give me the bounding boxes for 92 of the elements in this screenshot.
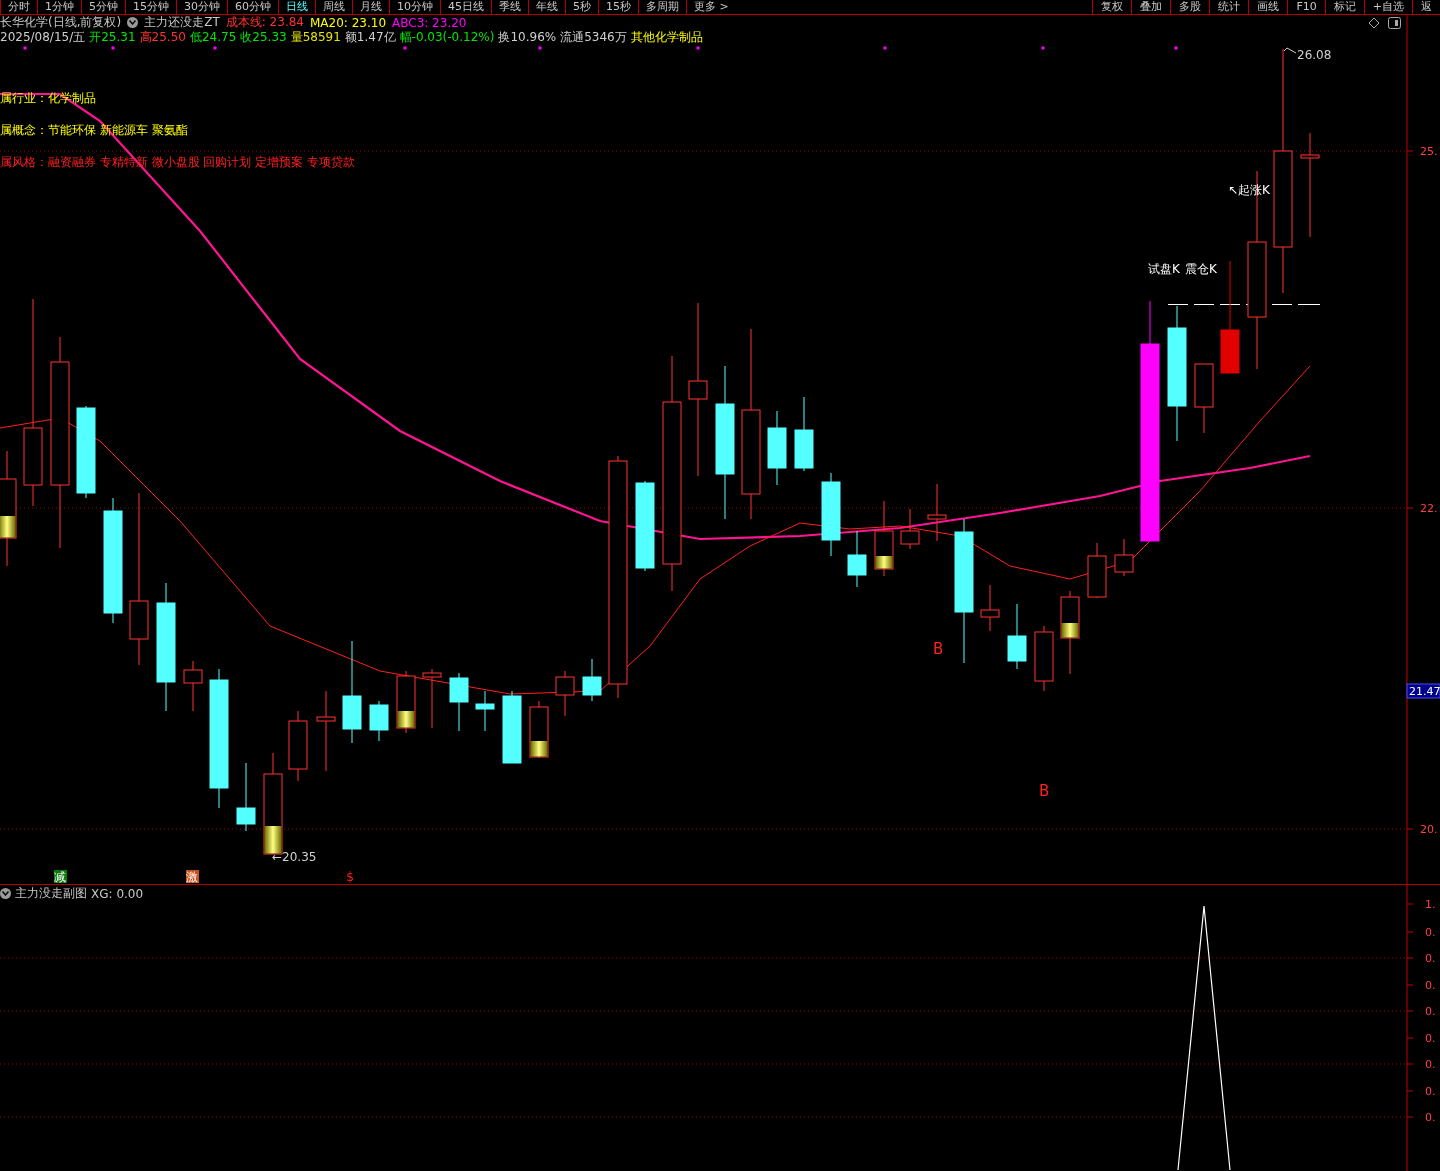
sub-axis-label: 0. [1425, 1032, 1436, 1045]
quote-field: 收25.33 [240, 29, 287, 46]
candlestick [236, 762, 256, 832]
signal-badge: 激 [186, 870, 199, 884]
indicator-name: 主力还没走ZT [144, 14, 220, 31]
indicator-value: 成本线: 23.84 [225, 14, 304, 31]
toolbar-button[interactable]: 返 [1412, 0, 1440, 14]
sub-axis-label: 0. [1425, 952, 1436, 965]
dropdown-icon[interactable] [0, 888, 11, 899]
dropdown-icon[interactable] [127, 17, 139, 28]
sub-axis-label: 0. [1425, 1085, 1436, 1098]
toolbar-button[interactable]: 复权 [1092, 0, 1132, 14]
candlestick [475, 690, 495, 732]
period-tab[interactable]: 年线 [528, 0, 565, 14]
period-tab[interactable]: 更多 > [686, 0, 736, 14]
quote-field: 额1.47亿 [344, 29, 396, 46]
current-price-tag: 21.47 [1406, 683, 1440, 699]
period-tab[interactable]: 多周期 [638, 0, 686, 14]
low-price-label: ←20.35 [272, 850, 317, 864]
period-tab[interactable]: 日线 [278, 0, 315, 14]
signal-label: $ [346, 870, 354, 884]
period-tab[interactable]: 5秒 [565, 0, 598, 14]
quote-field: 低24.75 [189, 29, 237, 46]
candlestick [900, 508, 920, 550]
period-tab[interactable]: 10分钟 [389, 0, 440, 14]
sub-axis-label: 0. [1425, 1005, 1436, 1018]
period-tab[interactable]: 5分钟 [81, 0, 125, 14]
candlestick [449, 672, 469, 732]
candlestick [1034, 625, 1054, 692]
high-price-label: 26.08 [1297, 48, 1332, 62]
indicator-value: ABC3: 23.20 [392, 15, 467, 30]
sub-axis-label: 0. [1425, 1058, 1436, 1071]
price-axis-label: 25. [1420, 145, 1438, 158]
candlestick [927, 483, 947, 542]
candle-annotation: ↖起涨K [1228, 183, 1270, 197]
candlestick [582, 658, 602, 702]
period-tab[interactable]: 15分钟 [125, 0, 176, 14]
sub-chart-value: XG: 0.00 [91, 886, 144, 901]
toolbar-button[interactable]: 画线 [1248, 0, 1288, 14]
quote-date: 2025/08/15/五 [0, 29, 86, 46]
candle-annotation: 试盘K [1148, 262, 1180, 276]
candlestick [183, 660, 203, 712]
signal-badge: 减 [54, 870, 67, 884]
period-tab[interactable]: 月线 [352, 0, 389, 14]
toolbar-button[interactable]: 统计 [1209, 0, 1249, 14]
indicator-value: MA20: 23.10 [309, 15, 386, 30]
sub-axis-label: 0. [1425, 926, 1436, 939]
sector-name: 其他化学制品 [630, 29, 703, 46]
diamond-icon[interactable] [1368, 16, 1380, 29]
sub-axis-label: 0. [1425, 979, 1436, 992]
buy-signal-label: B [1039, 782, 1050, 800]
candlestick [288, 710, 308, 782]
quote-field: 幅-0.03(-0.12%) [399, 29, 495, 46]
quote-field: 流通5346万 [560, 29, 627, 46]
sub-chart-title: 主力没走副图 [15, 885, 87, 902]
toolbar-button[interactable]: +自选 [1363, 0, 1412, 14]
candlestick [422, 668, 442, 729]
candlestick [555, 670, 575, 717]
candlestick [396, 670, 416, 734]
period-tab[interactable]: 周线 [315, 0, 352, 14]
quote-field: 量58591 [290, 29, 341, 46]
toolbar-button[interactable]: 叠加 [1131, 0, 1171, 14]
buy-signal-label: B [933, 640, 944, 658]
period-tab[interactable]: 季线 [491, 0, 528, 14]
candlestick [847, 530, 867, 588]
period-tab[interactable]: 30分钟 [176, 0, 227, 14]
leader-line [1283, 47, 1297, 54]
candlestick [529, 700, 549, 759]
candlestick [1194, 363, 1214, 434]
quote-field: 开25.31 [89, 29, 136, 46]
stock-title: 长华化学(日线,前复权) [0, 14, 122, 31]
candlestick [980, 584, 1000, 632]
quote-field: 高25.50 [139, 29, 186, 46]
candlestick [369, 700, 389, 742]
sub-axis-label: 1. [1425, 898, 1436, 911]
candle-annotation: 震仓K [1185, 262, 1217, 276]
sub-axis-label: 0. [1425, 1111, 1436, 1124]
quote-field: 换10.96% [498, 29, 557, 46]
price-axis-label: 20. [1420, 823, 1438, 836]
period-tab[interactable]: 15秒 [598, 0, 638, 14]
price-axis-label: 22. [1420, 502, 1438, 515]
candlestick [1114, 538, 1134, 577]
period-tab[interactable]: 1分钟 [37, 0, 81, 14]
toolbar-button[interactable]: 多股 [1170, 0, 1210, 14]
candlestick [1007, 603, 1027, 670]
period-tab[interactable]: 60分钟 [227, 0, 278, 14]
candlestick [1087, 542, 1107, 599]
toolbar-button[interactable]: 标记 [1324, 0, 1364, 14]
panel-toggle-icon[interactable] [1388, 16, 1401, 29]
period-tab[interactable]: 分时 [0, 0, 37, 14]
period-tab[interactable]: 45日线 [440, 0, 491, 14]
toolbar-button[interactable]: F10 [1287, 0, 1325, 14]
